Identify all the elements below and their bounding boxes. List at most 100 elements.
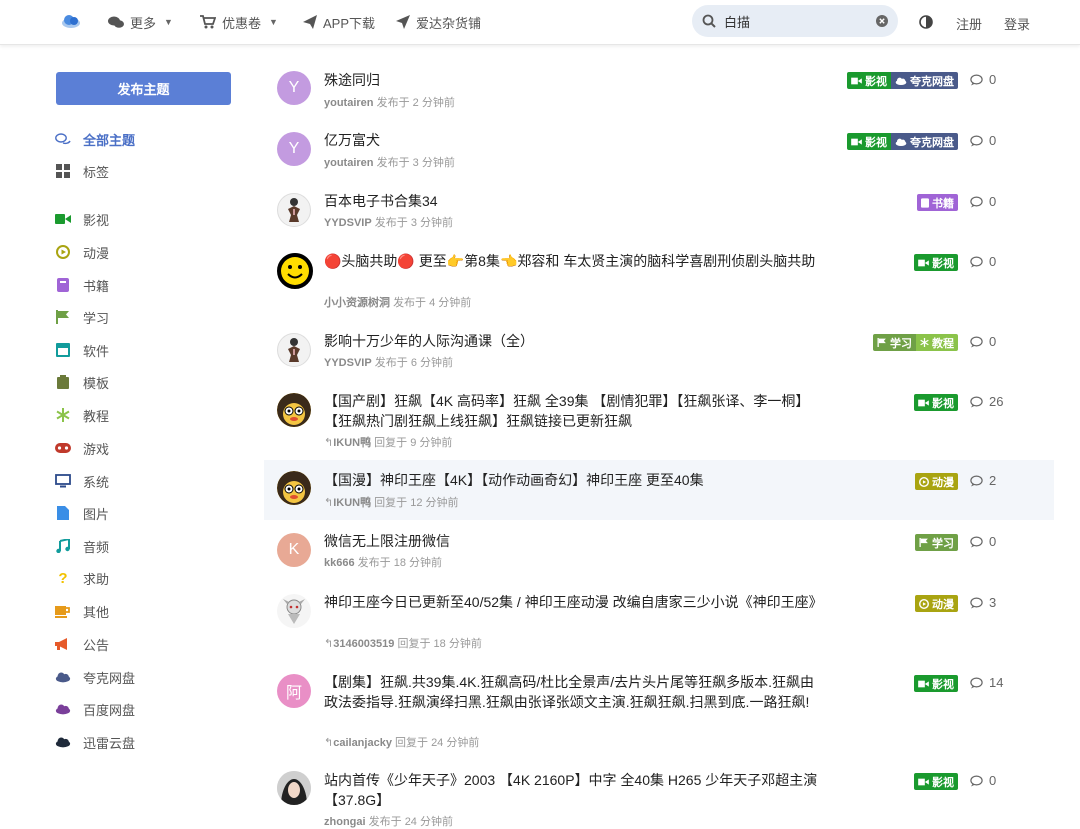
publish-topic-button[interactable]: 发布主题 [56,72,231,105]
topic-title[interactable]: 【剧集】狂飙.共39集.4K.狂飙高码/杜比全景声/去片头片尾等狂飙多版本.狂飙… [324,672,824,712]
topic-title[interactable]: 🔴头脑共助🔴 更至👉第8集👈郑容和 车太贤主演的脑科学喜剧刑侦剧头脑共助 [324,251,824,271]
topic-row[interactable]: 站内首传《少年天子》2003 【4K 2160P】中字 全40集 H265 少年… [264,765,1054,828]
flag-icon [919,538,928,547]
sidebar-item-help[interactable]: ? 求助 [55,567,109,589]
sidebar-item-video[interactable]: 影视 [55,208,109,230]
topic-row[interactable]: 【国产剧】狂飙【4K 高码率】狂飙 全39集 【剧情犯罪】【狂飙张译、李一桐】【… [264,385,1054,455]
avatar[interactable] [277,471,311,505]
topic-row[interactable]: 🔴头脑共助🔴 更至👉第8集👈郑容和 车太贤主演的脑科学喜剧刑侦剧头脑共助 小小资… [264,245,1054,315]
tag-badge[interactable]: 夸克网盘 [891,133,958,150]
nav-app-download[interactable]: APP下载 [303,0,375,44]
sidebar-item-software[interactable]: 软件 [55,339,109,361]
sidebar-item-system[interactable]: 系统 [55,470,109,492]
topic-author[interactable]: IKUN鸭 [333,437,371,449]
topic-title[interactable]: 百本电子书合集34 [324,191,824,211]
topic-title[interactable]: 影响十万少年的人际沟通课（全） [324,331,824,351]
tag-badge[interactable]: 学习 [915,534,958,551]
sidebar-item-tutorials[interactable]: 教程 [55,404,109,426]
avatar[interactable]: K [277,533,311,567]
tag-badge[interactable]: 影视 [847,133,891,150]
topic-time: 6 分钟前 [410,357,453,369]
topic-author[interactable]: youtairen [324,157,374,169]
avatar[interactable] [277,333,311,367]
sidebar-item-books[interactable]: 书籍 [55,274,109,296]
sidebar-item-games[interactable]: 游戏 [55,437,109,459]
avatar[interactable]: Y [277,71,311,105]
avatar[interactable] [277,594,311,628]
tag-badge[interactable]: 书籍 [917,194,958,211]
sidebar-item-announcements[interactable]: 公告 [55,633,109,655]
topic-row[interactable]: Y 亿万富犬 youtairen 发布于 3 分钟前 影视 夸克网盘 0 [264,124,1054,179]
tag-badge[interactable]: 影视 [914,254,958,271]
tag-badge[interactable]: 夸克网盘 [891,72,958,89]
comment-icon [970,474,983,486]
reply-count: 3 [970,595,996,610]
sidebar-item-quark-drive[interactable]: 夸克网盘 [55,666,135,688]
sidebar-item-tags[interactable]: 标签 [55,160,109,182]
cloud-logo-icon[interactable] [60,12,82,30]
topic-author[interactable]: 3146003519 [333,638,394,650]
topic-row[interactable]: K 微信无上限注册微信 kk666 发布于 18 分钟前 学习 0 [264,525,1054,580]
sidebar-item-templates[interactable]: 模板 [55,371,109,393]
tag-badge[interactable]: 影视 [847,72,891,89]
topic-title[interactable]: 微信无上限注册微信 [324,531,824,551]
topic-title[interactable]: 殊途同归 [324,70,824,90]
tag-badge[interactable]: 动漫 [915,595,958,612]
login-link[interactable]: 登录 [1004,14,1030,33]
topic-row[interactable]: 影响十万少年的人际沟通课（全） YYDSVIP 发布于 6 分钟前 学习 教程 … [264,325,1054,380]
topic-row[interactable]: 百本电子书合集34 YYDSVIP 发布于 3 分钟前 书籍 0 [264,185,1054,240]
topic-author[interactable]: youtairen [324,97,374,109]
topic-row[interactable]: Y 殊途同归 youtairen 发布于 2 分钟前 影视 夸克网盘 0 [264,63,1054,118]
avatar[interactable] [277,393,311,427]
topic-author[interactable]: 小小资源树洞 [324,297,390,309]
cloud-icon [55,704,71,715]
avatar[interactable] [277,253,313,289]
sidebar-item-all-topics[interactable]: 全部主题 [55,128,135,150]
video-camera-icon [851,138,862,145]
video-camera-icon [918,399,929,406]
theme-toggle-icon[interactable] [919,15,933,29]
avatar[interactable] [277,193,311,227]
sidebar-item-xunlei-drive[interactable]: 迅雷云盘 [55,731,135,753]
topic-row[interactable]: 阿 【剧集】狂飙.共39集.4K.狂飙高码/杜比全景声/去片头片尾等狂飙多版本.… [264,666,1054,756]
sidebar-item-anime[interactable]: 动漫 [55,241,109,263]
topic-author[interactable]: YYDSVIP [324,357,372,369]
sidebar-item-study[interactable]: 学习 [55,306,109,328]
tag-badge[interactable]: 影视 [914,394,958,411]
nav-more[interactable]: 更多 ▼ [108,0,173,44]
topic-row[interactable]: 神印王座今日已更新至40/52集 / 神印王座动漫 改编自唐家三少小说《神印王座… [264,586,1054,656]
topic-author[interactable]: zhongai [324,816,366,828]
sidebar-item-images[interactable]: 图片 [55,502,109,524]
topic-title[interactable]: 神印王座今日已更新至40/52集 / 神印王座动漫 改编自唐家三少小说《神印王座… [324,592,824,612]
avatar[interactable] [277,771,311,805]
sidebar-item-label: 音频 [83,539,110,555]
sidebar-item-audio[interactable]: 音频 [55,535,109,557]
video-camera-icon [55,214,71,224]
tag-badge[interactable]: 动漫 [915,473,958,490]
topic-title[interactable]: 【国产剧】狂飙【4K 高码率】狂飙 全39集 【剧情犯罪】【狂飙张译、李一桐】【… [324,391,824,431]
topic-title[interactable]: 【国漫】神印王座【4K】【动作动画奇幻】神印王座 更至40集 [324,470,824,490]
register-link[interactable]: 注册 [956,14,982,33]
tag-badge[interactable]: 学习 [873,334,916,351]
tag-badge[interactable]: 影视 [914,675,958,692]
topic-title[interactable]: 亿万富犬 [324,130,824,150]
clear-icon[interactable] [876,15,888,27]
comment-icon [970,73,983,85]
comments-icon [55,133,71,145]
search-input[interactable] [722,12,866,30]
sidebar-item-baidu-drive[interactable]: 百度网盘 [55,698,135,720]
topic-row[interactable]: 【国漫】神印王座【4K】【动作动画奇幻】神印王座 更至40集 ↰IKUN鸭 回复… [264,460,1054,520]
topic-author[interactable]: YYDSVIP [324,217,372,229]
topic-author[interactable]: cailanjacky [333,737,392,749]
nav-shop[interactable]: 爱达杂货铺 [396,0,481,44]
topic-title[interactable]: 站内首传《少年天子》2003 【4K 2160P】中字 全40集 H265 少年… [324,770,824,810]
sidebar-item-other[interactable]: 其他 [55,600,109,622]
nav-coupons[interactable]: 优惠卷 ▼ [200,0,278,44]
topic-author[interactable]: kk666 [324,557,355,569]
topic-time: 18 分钟前 [433,638,482,650]
tag-badge[interactable]: 影视 [914,773,958,790]
tag-badge[interactable]: 教程 [916,334,958,351]
avatar[interactable]: 阿 [277,674,311,708]
avatar[interactable]: Y [277,132,311,166]
topic-author[interactable]: IKUN鸭 [333,497,371,509]
